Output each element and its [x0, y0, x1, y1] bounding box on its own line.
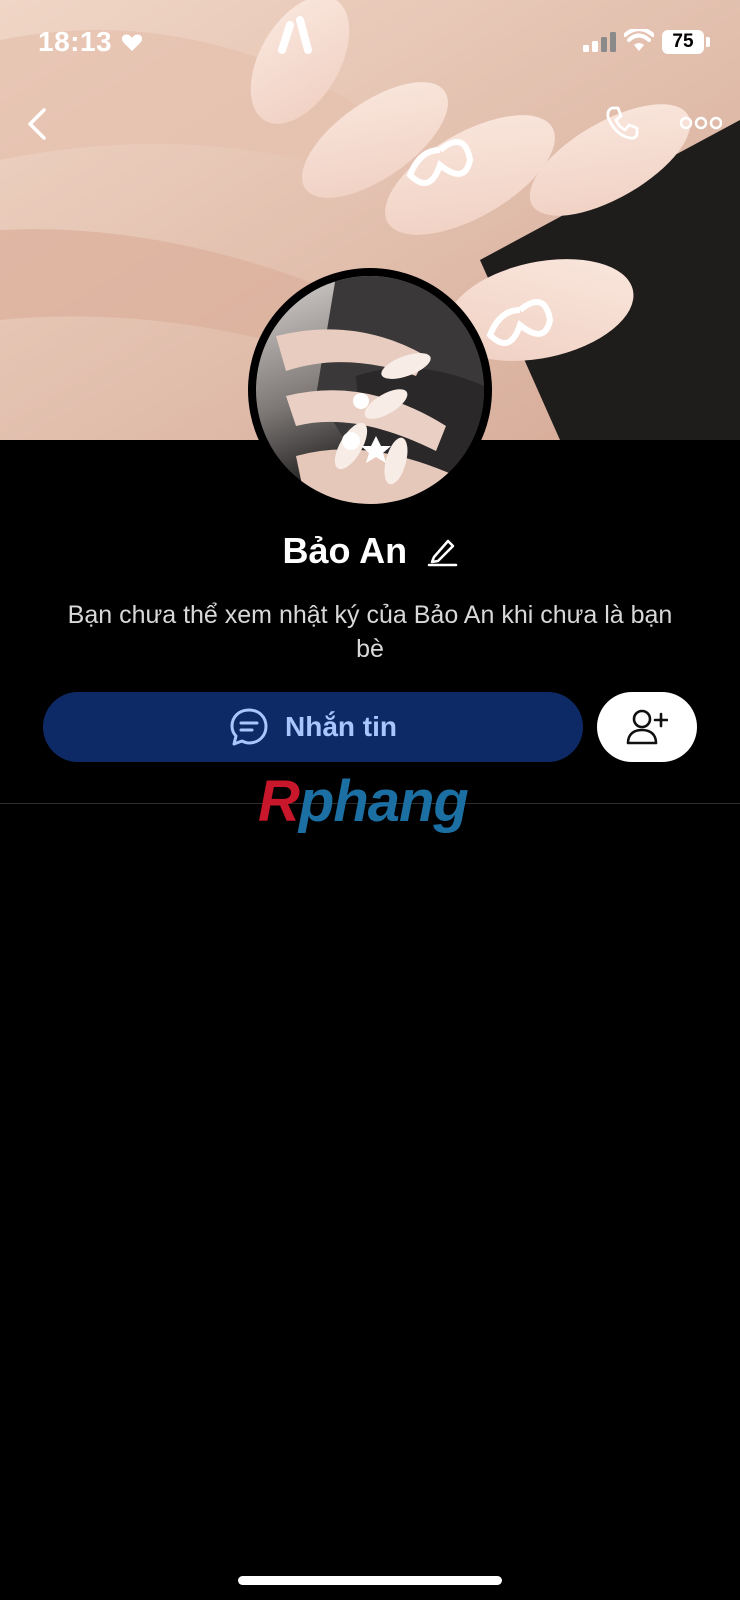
pencil-icon[interactable] [426, 535, 458, 567]
wifi-icon [624, 29, 654, 51]
battery-indicator: 75 [662, 30, 704, 54]
watermark-logo: Rphang [258, 768, 469, 835]
chat-bubble-icon [230, 708, 268, 746]
privacy-note: Bạn chưa thể xem nhật ký của Bảo An khi … [67, 601, 673, 663]
profile-name: Bảo An [282, 530, 408, 571]
status-time: 18:13 [38, 26, 113, 57]
avatar[interactable] [248, 268, 492, 512]
profile-name-row: Bảo An [0, 530, 740, 574]
battery-tip [706, 37, 710, 47]
avatar-image [256, 276, 484, 504]
watermark-rest: phang [298, 769, 469, 834]
chevron-left-icon[interactable] [22, 104, 54, 144]
home-indicator[interactable] [238, 1576, 502, 1585]
phone-icon[interactable] [603, 104, 641, 142]
message-button[interactable]: Nhắn tin [43, 692, 583, 762]
status-bar: 18:13 75 [0, 0, 740, 90]
message-button-label: Nhắn tin [285, 711, 397, 742]
add-user-icon [626, 709, 668, 745]
more-horizontal-icon[interactable] [680, 110, 722, 136]
add-friend-button[interactable] [597, 692, 697, 762]
profile-screen: 18:13 75 Bảo An Bạn chưa thể xem nhật ký… [0, 0, 740, 1600]
cellular-signal-icon [583, 32, 616, 52]
heart-icon [121, 34, 143, 51]
watermark-first-letter: R [258, 769, 300, 834]
